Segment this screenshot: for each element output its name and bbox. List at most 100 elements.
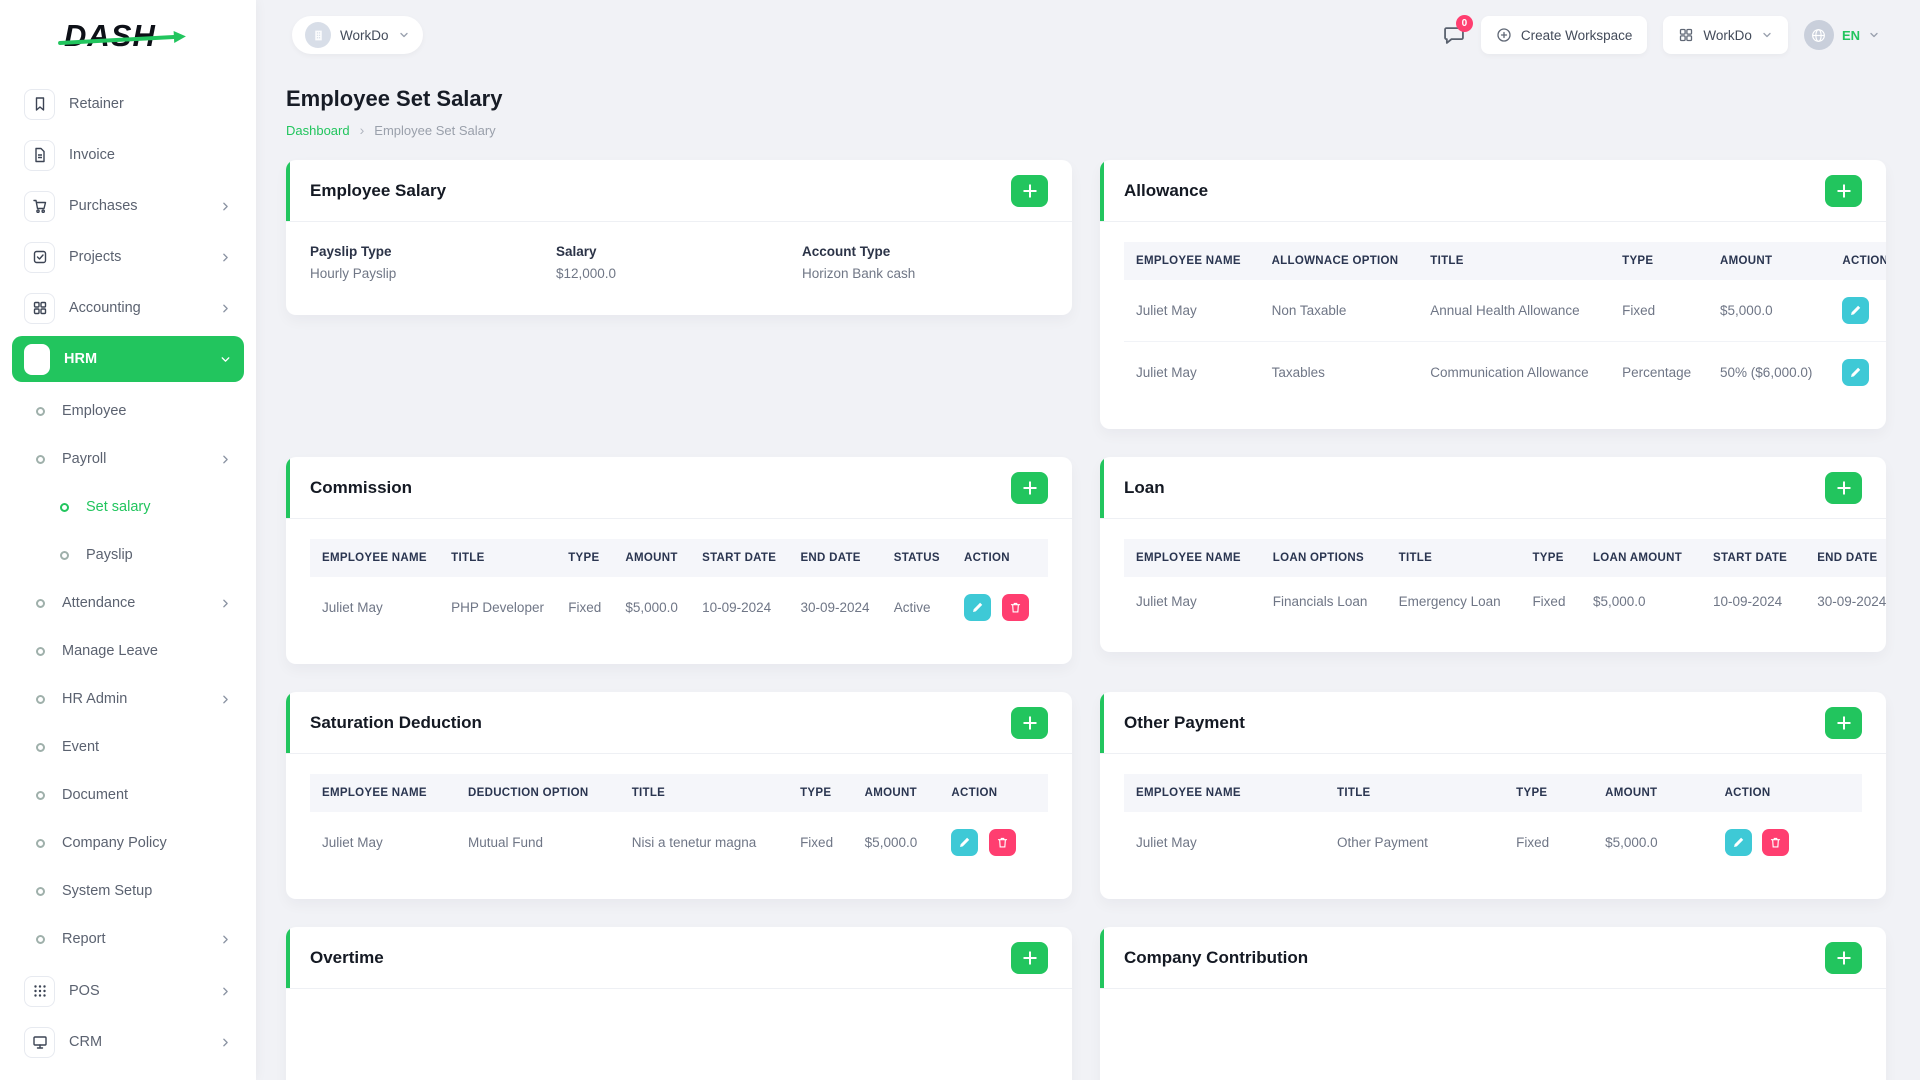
card-title: Saturation Deduction — [310, 712, 482, 732]
loan-table: Employee Name Loan Options Title Type Lo… — [1124, 539, 1886, 626]
language-selector[interactable]: EN — [1803, 20, 1880, 50]
bullet-icon — [36, 742, 45, 752]
dots-grid-icon — [24, 975, 55, 1007]
card-employee-salary: Employee Salary Payslip Type Hourly Pays… — [286, 160, 1072, 315]
brand-logo[interactable]: DASH — [0, 0, 256, 72]
table-row: Juliet May PHP Developer Fixed $5,000.0 … — [310, 577, 1048, 638]
sidebar-item-payroll[interactable]: Payroll — [12, 435, 244, 483]
workspace-selector[interactable]: WorkDo — [292, 16, 423, 54]
sidebar-item-label: Projects — [69, 249, 122, 265]
chevron-right-icon — [219, 693, 232, 706]
sidebar-item-retainer[interactable]: Retainer — [12, 81, 244, 127]
card-title: Employee Salary — [310, 180, 447, 200]
sidebar-item-invoice[interactable]: Invoice — [12, 132, 244, 178]
chevron-right-icon — [219, 985, 232, 998]
bullet-icon — [60, 550, 69, 560]
breadcrumb-current: Employee Set Salary — [374, 122, 496, 138]
main-area: WorkDo 0 Create Workspace WorkDo EN Empl… — [256, 0, 1920, 1080]
sidebar-item-label: Purchases — [69, 198, 138, 214]
card-commission: Commission Employee Name Title Type Amou… — [286, 457, 1072, 664]
allowance-table: Employee Name Allownace Option Title Typ… — [1124, 242, 1886, 403]
add-saturation-deduction-button[interactable] — [1011, 706, 1048, 739]
bookmark-icon — [24, 88, 55, 120]
sidebar-item-label: Set salary — [86, 499, 151, 515]
sidebar-item-purchases[interactable]: Purchases — [12, 183, 244, 229]
sidebar-item-document[interactable]: Document — [12, 771, 244, 819]
add-other-payment-button[interactable] — [1825, 706, 1862, 739]
add-loan-button[interactable] — [1825, 471, 1862, 504]
sidebar-item-report[interactable]: Report — [12, 915, 244, 963]
workspace-apps-button[interactable]: WorkDo — [1663, 16, 1788, 54]
sidebar-item-label: Report — [62, 931, 106, 947]
edit-button[interactable] — [1842, 297, 1870, 324]
other-payment-table: Employee Name Title Type Amount Action J… — [1124, 774, 1862, 873]
bullet-icon — [36, 646, 45, 656]
monitor-icon — [24, 1026, 55, 1058]
sidebar-item-label: Attendance — [62, 595, 136, 611]
bullet-icon — [36, 598, 45, 608]
chevron-right-icon — [219, 302, 232, 315]
hrm-icon — [24, 343, 50, 375]
card-title: Other Payment — [1124, 712, 1245, 732]
table-row: Juliet May Financials Loan Emergency Loa… — [1136, 594, 1886, 609]
table-row: Juliet May Mutual Fund Nisi a tenetur ma… — [310, 812, 1048, 873]
sidebar-item-crm[interactable]: CRM — [12, 1019, 244, 1065]
sidebar-item-attendance[interactable]: Attendance — [12, 579, 244, 627]
card-title: Overtime — [310, 947, 384, 967]
card-company-contribution: Company Contribution — [1100, 927, 1886, 1080]
sidebar-item-pos[interactable]: POS — [12, 968, 244, 1014]
sidebar-item-event[interactable]: Event — [12, 723, 244, 771]
card-saturation-deduction: Saturation Deduction Employee Name Deduc… — [286, 692, 1072, 899]
sidebar-item-company-policy[interactable]: Company Policy — [12, 819, 244, 867]
field-value: $12,000.0 — [556, 266, 617, 281]
edit-button[interactable] — [1842, 359, 1870, 386]
workspace-avatar — [305, 22, 331, 48]
sidebar-item-projects[interactable]: Projects — [12, 234, 244, 280]
create-workspace-button[interactable]: Create Workspace — [1480, 16, 1648, 54]
sidebar-item-payslip[interactable]: Payslip — [12, 531, 244, 579]
add-commission-button[interactable] — [1011, 471, 1048, 504]
sidebar-item-label: POS — [69, 983, 100, 999]
edit-button[interactable] — [963, 594, 991, 621]
delete-button[interactable] — [1762, 829, 1790, 856]
sidebar-item-label: HR Admin — [62, 691, 128, 707]
add-overtime-button[interactable] — [1011, 941, 1048, 974]
sidebar-item-employee[interactable]: Employee — [12, 387, 244, 435]
breadcrumb-dashboard-link[interactable]: Dashboard — [286, 123, 350, 138]
sidebar-item-label: Company Policy — [62, 835, 167, 851]
edit-button[interactable] — [1724, 829, 1752, 856]
edit-button[interactable] — [951, 829, 979, 856]
chevron-right-icon — [219, 251, 232, 264]
add-employee-salary-button[interactable] — [1011, 174, 1048, 207]
saturation-deduction-table: Employee Name Deduction Option Title Typ… — [310, 774, 1048, 873]
bullet-icon — [36, 406, 45, 416]
delete-button[interactable] — [1001, 594, 1029, 621]
globe-icon — [1803, 20, 1834, 50]
sidebar-item-system-setup[interactable]: System Setup — [12, 867, 244, 915]
sidebar-item-label: Payslip — [86, 547, 133, 563]
card-title: Loan — [1124, 477, 1165, 497]
messages-button[interactable]: 0 — [1443, 15, 1473, 46]
sidebar-item-manage-leave[interactable]: Manage Leave — [12, 627, 244, 675]
sidebar-item-accounting[interactable]: Accounting — [12, 285, 244, 331]
commission-table: Employee Name Title Type Amount Start Da… — [310, 539, 1048, 638]
breadcrumb: Dashboard › Employee Set Salary — [286, 122, 1886, 138]
sidebar-item-hr-admin[interactable]: HR Admin — [12, 675, 244, 723]
bullet-icon — [36, 790, 45, 800]
chevron-right-icon — [219, 597, 232, 610]
table-row: Juliet May Other Payment Fixed $5,000.0 — [1124, 812, 1862, 873]
add-allowance-button[interactable] — [1825, 174, 1862, 207]
sidebar-item-label: Retainer — [69, 96, 124, 112]
field-label: Salary — [556, 244, 597, 259]
sidebar-item-label: Invoice — [69, 147, 115, 163]
apps-grid-icon — [1678, 27, 1694, 43]
delete-button[interactable] — [989, 829, 1017, 856]
add-company-contribution-button[interactable] — [1825, 941, 1862, 974]
bullet-icon — [36, 694, 45, 704]
topbar: WorkDo 0 Create Workspace WorkDo EN — [256, 0, 1920, 70]
chevron-down-icon — [219, 353, 232, 366]
invoice-icon — [24, 139, 55, 171]
sidebar-item-set-salary[interactable]: Set salary — [12, 483, 244, 531]
sidebar-item-hrm[interactable]: HRM — [12, 336, 244, 382]
card-title: Allowance — [1124, 180, 1209, 200]
